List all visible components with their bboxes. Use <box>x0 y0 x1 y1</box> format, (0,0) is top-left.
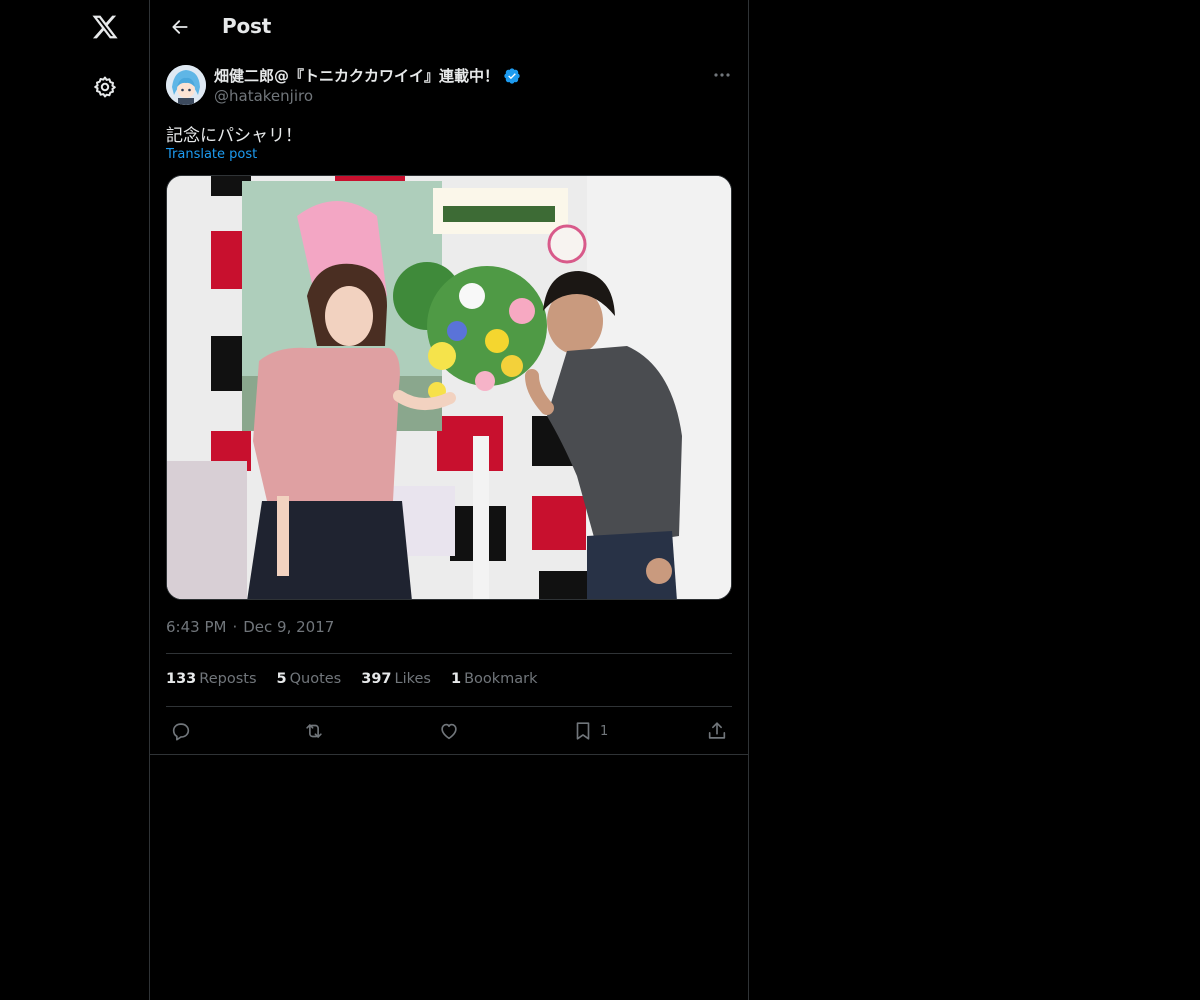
reposts-label: Reposts <box>199 671 257 687</box>
translate-post-link[interactable]: Translate post <box>166 147 257 162</box>
more-options-button[interactable] <box>706 62 738 88</box>
action-bar: 1 <box>166 714 732 748</box>
author-name-text: 畑健二郎@『トニカクカワイイ』連載中！ <box>214 67 500 85</box>
back-button[interactable] <box>162 9 198 45</box>
meta-separator: · <box>232 618 238 636</box>
reply-icon <box>172 723 190 741</box>
reply-button[interactable] <box>170 714 192 748</box>
left-nav-rail <box>0 0 150 1000</box>
like-button[interactable] <box>438 714 460 748</box>
more-horizontal-icon <box>714 73 730 77</box>
arrow-left-icon <box>172 20 188 34</box>
author-display-name[interactable]: 畑健二郎@『トニカクカワイイ』連載中！ <box>214 65 521 86</box>
post-stats: 133 Reposts 5 Quotes 397 Likes 1 Bookmark <box>166 671 538 687</box>
post-time: 6:43 PM <box>166 618 227 636</box>
bookmarks-stat[interactable]: 1 Bookmark <box>451 671 538 687</box>
photo-illustration <box>167 176 731 599</box>
settings-button[interactable] <box>80 62 130 112</box>
quotes-count: 5 <box>276 671 287 687</box>
repost-button[interactable] <box>303 714 325 748</box>
divider <box>166 653 732 654</box>
heart-icon <box>441 723 457 740</box>
avatar[interactable] <box>166 65 206 105</box>
x-logo-icon <box>92 15 118 39</box>
reposts-count: 133 <box>166 671 197 687</box>
gear-icon <box>94 76 116 98</box>
bookmark-button[interactable]: 1 <box>572 714 608 748</box>
quotes-stat[interactable]: 5 Quotes <box>277 671 342 687</box>
author-handle[interactable]: @hatakenjiro <box>214 87 313 105</box>
post-timestamp[interactable]: 6:43 PM · Dec 9, 2017 <box>166 618 334 636</box>
bookmarks-count: 1 <box>450 671 462 687</box>
likes-stat[interactable]: 397 Likes <box>361 671 431 687</box>
divider <box>150 754 748 755</box>
share-button[interactable] <box>706 714 728 748</box>
repost-icon <box>306 724 322 738</box>
bookmark-count: 1 <box>600 723 609 739</box>
likes-label: Likes <box>394 671 431 687</box>
quotes-label: Quotes <box>289 671 342 687</box>
main-column: Post 畑健二郎@『トニカクカワイイ』連載中！ @hatakenjiro 記念… <box>150 0 749 1000</box>
page-title: Post <box>222 14 272 38</box>
divider <box>166 706 732 707</box>
top-bar: Post <box>150 0 748 54</box>
post-photo[interactable] <box>166 175 732 600</box>
bookmark-icon <box>576 722 590 740</box>
reposts-stat[interactable]: 133 Reposts <box>166 671 257 687</box>
verified-badge-icon <box>503 67 521 85</box>
likes-count: 397 <box>361 671 392 687</box>
x-logo-button[interactable] <box>80 2 130 52</box>
bookmarks-label: Bookmark <box>464 671 538 687</box>
share-icon <box>708 722 726 739</box>
avatar-image <box>166 65 206 105</box>
post-date: Dec 9, 2017 <box>243 618 335 636</box>
post-text: 記念にパシャリ！ <box>166 126 302 146</box>
